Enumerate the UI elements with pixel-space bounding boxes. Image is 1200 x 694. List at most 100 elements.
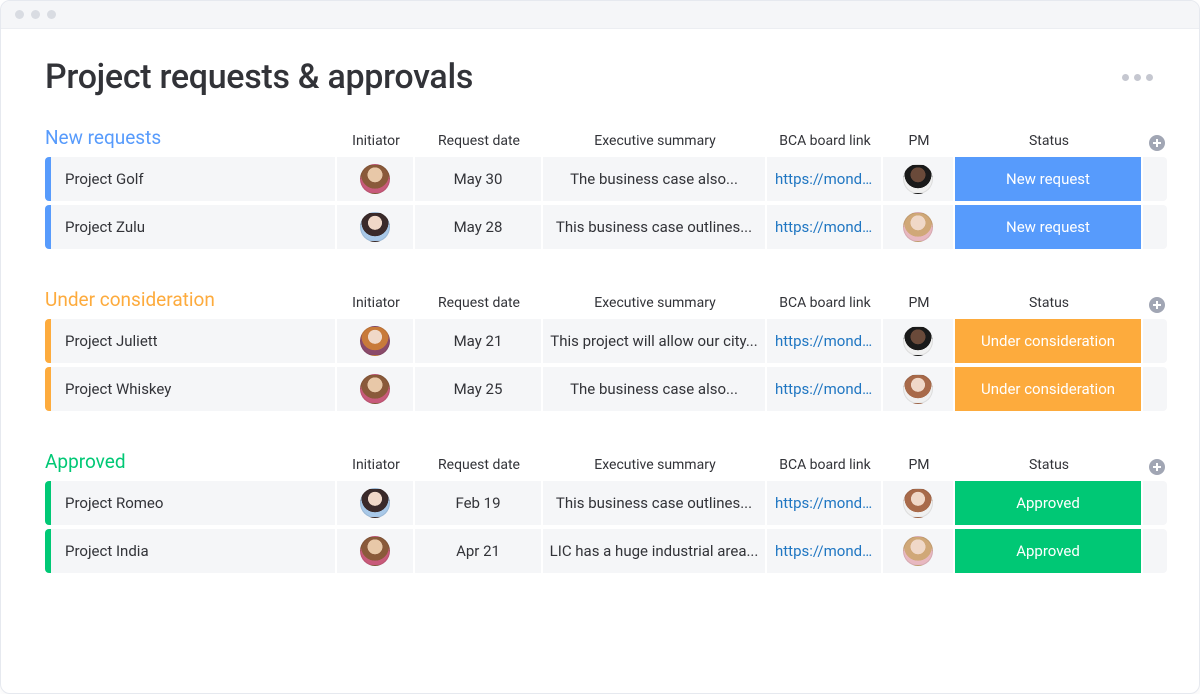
row-name-cell[interactable]: Project Zulu	[45, 205, 337, 249]
group-header-row: Under considerationInitiatorRequest date…	[45, 287, 1155, 313]
window-min-dot[interactable]	[31, 10, 40, 19]
bca-link-cell[interactable]: https://mond...	[767, 157, 883, 201]
request-date-cell[interactable]: Apr 21	[415, 529, 543, 573]
column-header-bca_link[interactable]: BCA board link	[767, 133, 883, 151]
pm-cell[interactable]	[883, 529, 955, 573]
pm-cell[interactable]	[883, 481, 955, 525]
column-header-status[interactable]: Status	[955, 133, 1143, 151]
avatar	[903, 164, 933, 194]
browser-frame: Project requests & approvals New request…	[0, 0, 1200, 694]
row-end-spacer	[1143, 157, 1167, 201]
bca-link-text: https://mond...	[775, 380, 873, 398]
add-column-button[interactable]	[1143, 297, 1167, 313]
row-end-spacer	[1143, 481, 1167, 525]
status-cell[interactable]: Under consideration	[955, 319, 1143, 363]
status-cell[interactable]: New request	[955, 157, 1143, 201]
exec-summary-cell[interactable]: This project will allow our city...	[543, 319, 767, 363]
column-header-pm[interactable]: PM	[883, 133, 955, 151]
column-header-initiator[interactable]: Initiator	[337, 295, 415, 313]
column-header-exec_summary[interactable]: Executive summary	[543, 457, 767, 475]
table-row[interactable]: Project Zulu May 28This business case out…	[45, 205, 1155, 249]
request-date-cell[interactable]: Feb 19	[415, 481, 543, 525]
group-header-row: ApprovedInitiatorRequest dateExecutive s…	[45, 449, 1155, 475]
row-name-text: Project India	[65, 542, 149, 560]
bca-link-text: https://mond...	[775, 542, 873, 560]
request-date-cell[interactable]: May 21	[415, 319, 543, 363]
pm-cell[interactable]	[883, 157, 955, 201]
column-header-request_date[interactable]: Request date	[415, 457, 543, 475]
column-header-initiator[interactable]: Initiator	[337, 457, 415, 475]
group-rows: Project Golf May 30The business case also…	[45, 157, 1155, 249]
bca-link-cell[interactable]: https://mond...	[767, 529, 883, 573]
pm-cell[interactable]	[883, 319, 955, 363]
avatar	[903, 374, 933, 404]
group-rows: Project Juliett May 21This project will a…	[45, 319, 1155, 411]
request-date-cell[interactable]: May 25	[415, 367, 543, 411]
group-name[interactable]: New requests	[45, 126, 337, 151]
window-close-dot[interactable]	[15, 10, 24, 19]
column-header-initiator[interactable]: Initiator	[337, 133, 415, 151]
column-header-status[interactable]: Status	[955, 457, 1143, 475]
row-name-cell[interactable]: Project Whiskey	[45, 367, 337, 411]
column-header-status[interactable]: Status	[955, 295, 1143, 313]
group: New requestsInitiatorRequest dateExecuti…	[45, 125, 1155, 249]
initiator-cell[interactable]	[337, 367, 415, 411]
table-row[interactable]: Project Golf May 30The business case also…	[45, 157, 1155, 201]
avatar	[360, 164, 390, 194]
group-header-row: New requestsInitiatorRequest dateExecuti…	[45, 125, 1155, 151]
initiator-cell[interactable]	[337, 529, 415, 573]
bca-link-text: https://mond...	[775, 170, 873, 188]
column-header-pm[interactable]: PM	[883, 295, 955, 313]
exec-summary-cell[interactable]: This business case outlines...	[543, 481, 767, 525]
add-column-button[interactable]	[1143, 135, 1167, 151]
status-cell[interactable]: Approved	[955, 481, 1143, 525]
exec-summary-cell[interactable]: This business case outlines...	[543, 205, 767, 249]
row-name-cell[interactable]: Project Golf	[45, 157, 337, 201]
row-name-text: Project Whiskey	[65, 380, 171, 398]
group: Under considerationInitiatorRequest date…	[45, 287, 1155, 411]
group-rows: Project Romeo Feb 19This business case ou…	[45, 481, 1155, 573]
request-date-cell[interactable]: May 28	[415, 205, 543, 249]
column-header-request_date[interactable]: Request date	[415, 295, 543, 313]
add-column-button[interactable]	[1143, 459, 1167, 475]
column-header-pm[interactable]: PM	[883, 457, 955, 475]
bca-link-cell[interactable]: https://mond...	[767, 205, 883, 249]
column-header-bca_link[interactable]: BCA board link	[767, 457, 883, 475]
table-row[interactable]: Project Whiskey May 25The business case a…	[45, 367, 1155, 411]
table-row[interactable]: Project India Apr 21LIC has a huge indust…	[45, 529, 1155, 573]
status-cell[interactable]: New request	[955, 205, 1143, 249]
request-date-cell[interactable]: May 30	[415, 157, 543, 201]
avatar	[903, 212, 933, 242]
row-name-cell[interactable]: Project Romeo	[45, 481, 337, 525]
row-name-text: Project Romeo	[65, 494, 163, 512]
initiator-cell[interactable]	[337, 481, 415, 525]
exec-summary-cell[interactable]: The business case also...	[543, 157, 767, 201]
bca-link-text: https://mond...	[775, 218, 873, 236]
group-name[interactable]: Under consideration	[45, 288, 337, 313]
column-header-bca_link[interactable]: BCA board link	[767, 295, 883, 313]
initiator-cell[interactable]	[337, 157, 415, 201]
row-end-spacer	[1143, 529, 1167, 573]
initiator-cell[interactable]	[337, 319, 415, 363]
table-row[interactable]: Project Romeo Feb 19This business case ou…	[45, 481, 1155, 525]
bca-link-cell[interactable]: https://mond...	[767, 481, 883, 525]
initiator-cell[interactable]	[337, 205, 415, 249]
exec-summary-cell[interactable]: LIC has a huge industrial area...	[543, 529, 767, 573]
window-max-dot[interactable]	[47, 10, 56, 19]
column-header-exec_summary[interactable]: Executive summary	[543, 133, 767, 151]
bca-link-cell[interactable]: https://mond...	[767, 319, 883, 363]
more-menu-icon[interactable]	[1122, 74, 1155, 81]
table-row[interactable]: Project Juliett May 21This project will a…	[45, 319, 1155, 363]
pm-cell[interactable]	[883, 205, 955, 249]
column-header-exec_summary[interactable]: Executive summary	[543, 295, 767, 313]
row-name-cell[interactable]: Project India	[45, 529, 337, 573]
exec-summary-cell[interactable]: The business case also...	[543, 367, 767, 411]
row-name-cell[interactable]: Project Juliett	[45, 319, 337, 363]
status-cell[interactable]: Under consideration	[955, 367, 1143, 411]
status-cell[interactable]: Approved	[955, 529, 1143, 573]
bca-link-text: https://mond...	[775, 332, 873, 350]
group-name[interactable]: Approved	[45, 450, 337, 475]
bca-link-cell[interactable]: https://mond...	[767, 367, 883, 411]
pm-cell[interactable]	[883, 367, 955, 411]
column-header-request_date[interactable]: Request date	[415, 133, 543, 151]
